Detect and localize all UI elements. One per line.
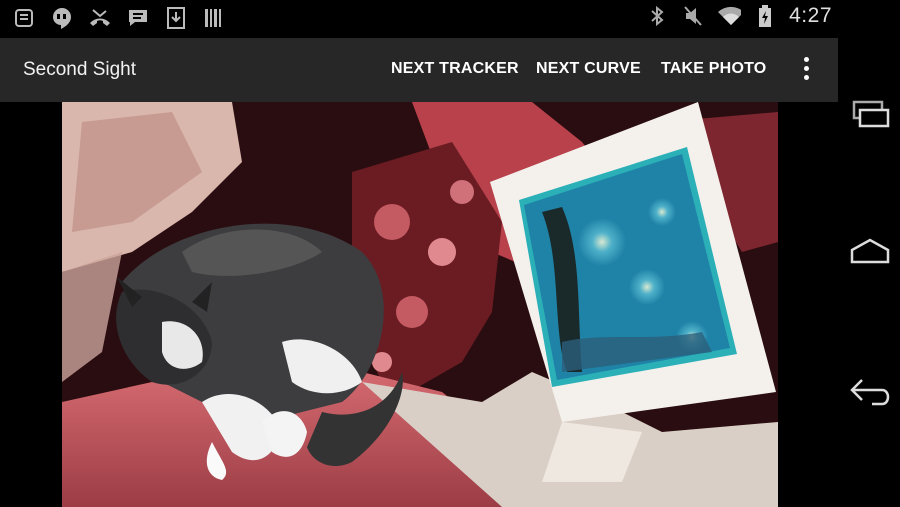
notification-icons xyxy=(12,6,226,30)
action-bar: Second Sight NEXT TRACKER NEXT CURVE TAK… xyxy=(0,38,838,102)
hangouts-icon xyxy=(50,6,74,30)
wifi-icon xyxy=(717,4,742,28)
battery-icon xyxy=(753,4,777,28)
system-icons: 4:27 xyxy=(645,4,832,28)
overflow-menu-icon[interactable] xyxy=(800,54,814,84)
home-icon[interactable] xyxy=(848,232,892,272)
bluetooth-icon xyxy=(645,4,669,28)
camera-preview[interactable] xyxy=(62,102,778,507)
barcode-icon xyxy=(202,6,226,30)
clock: 4:27 xyxy=(789,4,832,27)
recent-apps-icon[interactable] xyxy=(848,96,892,136)
missed-call-icon xyxy=(88,6,112,30)
sms-icon xyxy=(126,6,150,30)
app-title: Second Sight xyxy=(23,59,137,80)
notes-icon xyxy=(12,6,36,30)
mute-icon xyxy=(681,4,705,28)
navigation-bar xyxy=(840,0,900,507)
back-icon[interactable] xyxy=(848,372,892,412)
take-photo-button[interactable]: TAKE PHOTO xyxy=(661,60,766,78)
status-bar: 4:27 xyxy=(0,0,840,38)
next-tracker-button[interactable]: NEXT TRACKER xyxy=(391,60,519,78)
next-curve-button[interactable]: NEXT CURVE xyxy=(536,60,641,78)
camera-preview-image xyxy=(62,102,778,507)
download-icon xyxy=(164,6,188,30)
